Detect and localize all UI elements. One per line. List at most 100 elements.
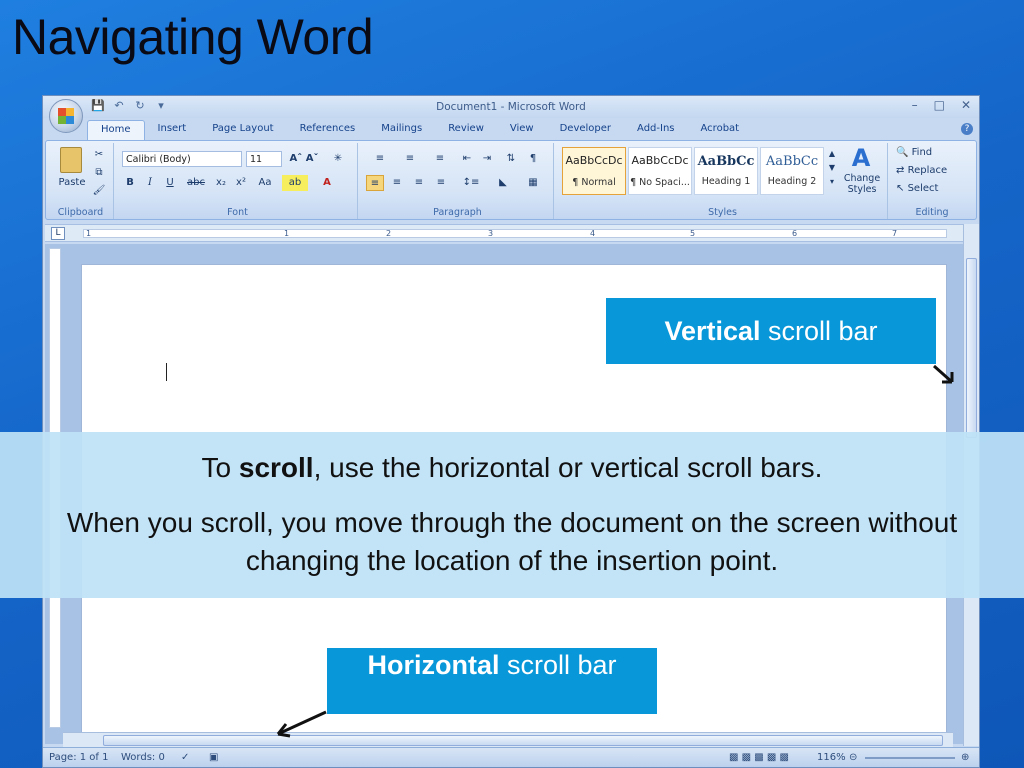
grow-shrink-font-icon[interactable]: Aˆ Aˇ xyxy=(286,151,322,167)
proofing-icon[interactable]: ✓ xyxy=(181,752,189,763)
word-count[interactable]: Words: 0 xyxy=(121,752,165,763)
banner-bold: scroll xyxy=(238,452,314,483)
ruler-track[interactable]: 112 345 67 xyxy=(83,229,947,238)
style-normal[interactable]: AaBbCcDc ¶ Normal xyxy=(562,147,626,195)
vertical-scroll-thumb[interactable] xyxy=(966,258,977,438)
find-button[interactable]: 🔍 Find xyxy=(896,145,968,161)
change-case-icon[interactable]: Aa xyxy=(254,175,276,191)
office-logo-icon xyxy=(58,108,74,124)
line-spacing-icon[interactable]: ↕≡ xyxy=(458,175,484,191)
highlight-icon[interactable]: ab xyxy=(282,175,308,191)
zoom-in-icon[interactable]: ⊕ xyxy=(961,752,969,763)
view-buttons-icon[interactable]: ▩ ▩ ▩ ▩ ▩ xyxy=(729,752,789,763)
select-label: Select xyxy=(907,183,939,194)
superscript-icon[interactable]: x² xyxy=(232,175,250,191)
copy-icon[interactable]: ⧉ xyxy=(92,165,106,181)
bullets-icon[interactable]: ≡ xyxy=(366,151,394,167)
font-label: Font xyxy=(227,207,248,218)
align-left-icon[interactable]: ≡ xyxy=(366,175,384,191)
banner-pre: To xyxy=(201,452,239,483)
styles-scroll-arrows-icon[interactable]: ▲ ▼ ▾ xyxy=(826,147,838,195)
sort-icon[interactable]: ⇅ xyxy=(502,151,520,167)
horizontal-ruler: L 112 345 67 xyxy=(45,224,977,242)
subscript-icon[interactable]: x₂ xyxy=(212,175,230,191)
tab-insert[interactable]: Insert xyxy=(145,120,200,140)
callout-bold: Vertical xyxy=(664,316,761,346)
bold-icon[interactable]: B xyxy=(122,175,138,191)
tab-view[interactable]: View xyxy=(497,120,547,140)
close-button[interactable]: ✕ xyxy=(961,98,971,112)
style-no-spacing[interactable]: AaBbCcDc ¶ No Spaci... xyxy=(628,147,692,195)
macro-icon[interactable]: ▣ xyxy=(209,752,218,763)
tab-references[interactable]: References xyxy=(287,120,369,140)
zoom-out-icon[interactable]: ⊝ xyxy=(849,752,857,763)
change-styles-button[interactable]: Change Styles xyxy=(840,173,884,197)
style-heading-1[interactable]: AaBbCc Heading 1 xyxy=(694,147,758,195)
callout-bold: Horizontal xyxy=(367,650,500,680)
help-icon[interactable]: ? xyxy=(961,123,973,135)
tab-review[interactable]: Review xyxy=(435,120,497,140)
style-sample: AaBbCcDc xyxy=(631,154,689,167)
borders-icon[interactable]: ▦ xyxy=(520,175,546,191)
clipboard-group: Paste ✂ ⧉ 🖌 Clipboard xyxy=(48,143,114,219)
banner-post: , use the horizontal or vertical scroll … xyxy=(313,452,823,483)
tab-acrobat[interactable]: Acrobat xyxy=(688,120,753,140)
tab-home[interactable]: Home xyxy=(87,120,145,140)
replace-button[interactable]: ⇄ Replace xyxy=(896,163,968,179)
align-right-icon[interactable]: ≡ xyxy=(410,175,428,191)
explanation-banner: To scroll, use the horizontal or vertica… xyxy=(0,432,1024,598)
paste-icon[interactable] xyxy=(60,147,82,173)
binoculars-icon: 🔍 xyxy=(896,147,909,158)
restore-button[interactable]: □ xyxy=(934,98,945,112)
tab-add-ins[interactable]: Add-Ins xyxy=(624,120,687,140)
tab-developer[interactable]: Developer xyxy=(547,120,624,140)
style-sample: AaBbCcDc xyxy=(565,154,623,167)
style-name: ¶ Normal xyxy=(572,177,616,188)
style-name: Heading 1 xyxy=(701,176,751,187)
increase-indent-icon[interactable]: ⇥ xyxy=(478,151,496,167)
font-size-select[interactable]: 11 xyxy=(246,151,282,167)
title-bar: 💾 ↶ ↻ ▾ Document1 - Microsoft Word – □ ✕ xyxy=(43,96,979,118)
horizontal-scroll-bar[interactable] xyxy=(63,732,953,748)
replace-icon: ⇄ xyxy=(896,165,905,176)
ribbon: Paste ✂ ⧉ 🖌 Clipboard Calibri (Body) 11 … xyxy=(45,140,977,220)
styles-group: AaBbCcDc ¶ Normal AaBbCcDc ¶ No Spaci...… xyxy=(558,143,888,219)
clipboard-label: Clipboard xyxy=(57,207,104,218)
shading-icon[interactable]: ◣ xyxy=(490,175,516,191)
tab-selector-icon[interactable]: L xyxy=(51,227,65,240)
zoom-level[interactable]: 116% xyxy=(817,752,846,763)
decrease-indent-icon[interactable]: ⇤ xyxy=(458,151,476,167)
office-button[interactable] xyxy=(49,99,83,133)
select-button[interactable]: ↖ Select xyxy=(896,181,968,197)
editing-group: 🔍 Find ⇄ Replace ↖ Select Editing xyxy=(892,143,972,219)
multilevel-list-icon[interactable]: ≡ xyxy=(426,151,454,167)
show-marks-icon[interactable]: ¶ xyxy=(524,151,542,167)
tab-mailings[interactable]: Mailings xyxy=(368,120,435,140)
strikethrough-icon[interactable]: abc xyxy=(184,175,208,191)
horizontal-scroll-thumb[interactable] xyxy=(103,735,943,746)
horizontal-scroll-callout: Horizontal scroll bar xyxy=(327,648,657,714)
page-count[interactable]: Page: 1 of 1 xyxy=(49,752,108,763)
zoom-slider[interactable] xyxy=(865,757,955,759)
font-name-select[interactable]: Calibri (Body) xyxy=(122,151,242,167)
cut-icon[interactable]: ✂ xyxy=(92,147,106,163)
vertical-scroll-callout: Vertical scroll bar xyxy=(606,298,936,364)
banner-line-2: When you scroll, you move through the do… xyxy=(66,507,958,576)
find-label: Find xyxy=(911,147,933,158)
numbering-icon[interactable]: ≡ xyxy=(396,151,424,167)
change-styles-icon[interactable]: A xyxy=(842,145,880,171)
insertion-point xyxy=(166,363,167,381)
justify-icon[interactable]: ≡ xyxy=(432,175,450,191)
style-heading-2[interactable]: AaBbCc Heading 2 xyxy=(760,147,824,195)
format-painter-icon[interactable]: 🖌 xyxy=(92,183,106,199)
font-group: Calibri (Body) 11 Aˆ Aˇ ✳ B I U abc x₂ x… xyxy=(118,143,358,219)
status-bar: Page: 1 of 1 Words: 0 ✓ ▣ ▩ ▩ ▩ ▩ ▩ 116%… xyxy=(43,747,979,767)
clear-formatting-icon[interactable]: ✳ xyxy=(328,151,348,167)
tab-page-layout[interactable]: Page Layout xyxy=(199,120,286,140)
align-center-icon[interactable]: ≡ xyxy=(388,175,406,191)
underline-icon[interactable]: U xyxy=(162,175,178,191)
font-color-icon[interactable]: A xyxy=(314,175,340,191)
italic-icon[interactable]: I xyxy=(142,175,158,191)
paste-button[interactable]: Paste xyxy=(54,175,90,191)
minimize-button[interactable]: – xyxy=(912,98,918,112)
